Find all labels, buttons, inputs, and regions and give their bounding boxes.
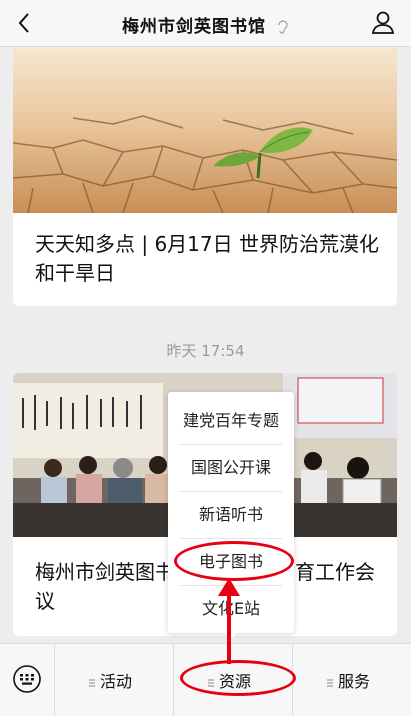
highlight-ring-ebooks (174, 541, 294, 581)
tab-label: 服务 (338, 672, 371, 691)
article-card[interactable]: 天天知多点 | 6月17日 世界防治荒漠化和干旱日 (13, 48, 397, 306)
submenu-indicator-icon (327, 679, 333, 686)
annotation-arrow (218, 578, 240, 664)
listen-icon[interactable] (277, 19, 289, 35)
menu-item-party-centennial[interactable]: 建党百年专题 (168, 397, 294, 444)
page-title-text: 梅州市剑英图书馆 (122, 17, 267, 37)
menu-divider (54, 644, 55, 716)
tab-activities[interactable]: 活动 (88, 668, 132, 692)
page-title: 梅州市剑英图书馆 (0, 12, 411, 37)
user-icon[interactable] (369, 8, 397, 36)
article-title[interactable]: 天天知多点 | 6月17日 世界防治荒漠化和干旱日 (35, 230, 379, 288)
menu-item-nlc-open-course[interactable]: 国图公开课 (168, 444, 294, 491)
tab-services[interactable]: 服务 (326, 668, 370, 692)
menu-divider (173, 644, 174, 716)
article-cover-image (13, 48, 397, 213)
top-nav-bar: 梅州市剑英图书馆 (0, 0, 411, 47)
keyboard-icon[interactable] (12, 664, 42, 694)
submenu-indicator-icon (89, 679, 95, 686)
menu-item-audiobooks[interactable]: 新语听书 (168, 491, 294, 538)
tab-label: 活动 (100, 672, 133, 691)
timestamp: 昨天 17:54 (166, 342, 245, 360)
